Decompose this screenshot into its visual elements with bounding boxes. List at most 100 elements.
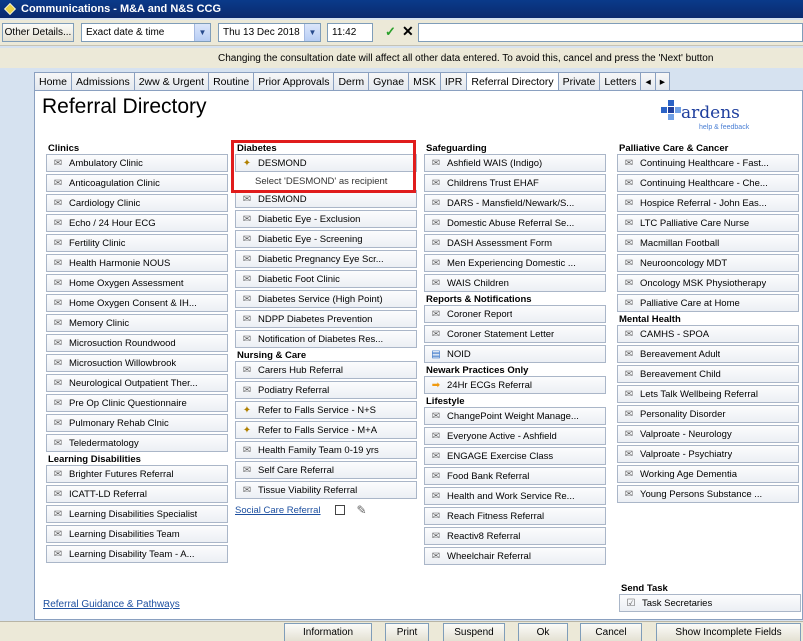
pulmonary-rehab-button[interactable]: ✉ Pulmonary Rehab Clnic (46, 414, 228, 432)
pencil-icon[interactable]: ✎ (357, 503, 367, 517)
bereavement-child-button[interactable]: ✉ Bereavement Child (617, 365, 799, 383)
tab-scroll-right[interactable]: ▸ (654, 72, 670, 90)
desmond-button[interactable]: ✉ DESMOND (235, 190, 417, 208)
childrens-trust-button[interactable]: ✉ Childrens Trust EHAF (424, 174, 606, 192)
tab-derm[interactable]: Derm (333, 72, 370, 90)
time-field[interactable]: 11:42 (327, 23, 373, 42)
tab-home[interactable]: Home (34, 72, 73, 90)
chc-fast-button[interactable]: ✉ Continuing Healthcare - Fast... (617, 154, 799, 172)
print-button[interactable]: Print (385, 623, 429, 641)
microsuction-roundwood-button[interactable]: ✉ Microsuction Roundwood (46, 334, 228, 352)
tab-scroll-left[interactable]: ◂ (640, 72, 656, 90)
tab-gynae[interactable]: Gynae (368, 72, 410, 90)
tab-ipr[interactable]: IPR (439, 72, 468, 90)
cardiology-clinic-button[interactable]: ✉ Cardiology Clinic (46, 194, 228, 212)
fertility-clinic-button[interactable]: ✉ Fertility Clinic (46, 234, 228, 252)
ndpp-diabetes-button[interactable]: ✉ NDPP Diabetes Prevention (235, 310, 417, 328)
chevron-down-icon[interactable]: ▼ (194, 24, 210, 41)
ok-button[interactable]: Ok (518, 623, 568, 641)
young-persons-substance-button[interactable]: ✉ Young Persons Substance ... (617, 485, 799, 503)
tissue-viability-button[interactable]: ✉ Tissue Viability Referral (235, 481, 417, 499)
reach-fitness-button[interactable]: ✉ Reach Fitness Referral (424, 507, 606, 525)
camhs-spoa-button[interactable]: ✉ CAMHS - SPOA (617, 325, 799, 343)
carers-hub-button[interactable]: ✉ Carers Hub Referral (235, 361, 417, 379)
changepoint-button[interactable]: ✉ ChangePoint Weight Manage... (424, 407, 606, 425)
memory-clinic-button[interactable]: ✉ Memory Clinic (46, 314, 228, 332)
chevron-down-icon[interactable]: ▼ (304, 24, 320, 41)
diabetic-foot-clinic-button[interactable]: ✉ Diabetic Foot Clinic (235, 270, 417, 288)
noid-button[interactable]: ▤ NOID (424, 345, 606, 363)
health-family-team-button[interactable]: ✉ Health Family Team 0-19 yrs (235, 441, 417, 459)
lets-talk-wellbeing-button[interactable]: ✉ Lets Talk Wellbeing Referral (617, 385, 799, 403)
tab-referral-directory[interactable]: Referral Directory (466, 72, 559, 90)
neurooncology-mdt-button[interactable]: ✉ Neurooncology MDT (617, 254, 799, 272)
domestic-abuse-button[interactable]: ✉ Domestic Abuse Referral Se... (424, 214, 606, 232)
tab-letters[interactable]: Letters (599, 72, 642, 90)
home-oxygen-assessment-button[interactable]: ✉ Home Oxygen Assessment (46, 274, 228, 292)
microsuction-willowbrook-button[interactable]: ✉ Microsuction Willowbrook (46, 354, 228, 372)
ardens-logo[interactable]: ardens help & feedback (651, 97, 771, 137)
date-mode-select[interactable]: Exact date & time ▼ (81, 23, 211, 42)
engage-exercise-button[interactable]: ✉ ENGAGE Exercise Class (424, 447, 606, 465)
ashfield-wais-button[interactable]: ✉ Ashfield WAIS (Indigo) (424, 154, 606, 172)
diabetic-eye-screening-button[interactable]: ✉ Diabetic Eye - Screening (235, 230, 417, 248)
podiatry-referral-button[interactable]: ✉ Podiatry Referral (235, 381, 417, 399)
everyone-active-button[interactable]: ✉ Everyone Active - Ashfield (424, 427, 606, 445)
icatt-ld-button[interactable]: ✉ ICATT-LD Referral (46, 485, 228, 503)
wheelchair-referral-button[interactable]: ✉ Wheelchair Referral (424, 547, 606, 565)
referral-guidance-link[interactable]: Referral Guidance & Pathways (43, 599, 180, 610)
date-field[interactable]: Thu 13 Dec 2018 ▼ (218, 23, 321, 42)
task-secretaries-button[interactable]: ☑ Task Secretaries (619, 594, 801, 612)
coroner-statement-button[interactable]: ✉ Coroner Statement Letter (424, 325, 606, 343)
tab-private[interactable]: Private (557, 72, 601, 90)
information-button[interactable]: Information (284, 623, 372, 641)
valproate-psychiatry-button[interactable]: ✉ Valproate - Psychiatry (617, 445, 799, 463)
neurological-outpatient-button[interactable]: ✉ Neurological Outpatient Ther... (46, 374, 228, 392)
dash-assessment-button[interactable]: ✉ DASH Assessment Form (424, 234, 606, 252)
pre-op-clinic-button[interactable]: ✉ Pre Op Clinic Questionnaire (46, 394, 228, 412)
diabetic-pregnancy-eye-button[interactable]: ✉ Diabetic Pregnancy Eye Scr... (235, 250, 417, 268)
tab-prior-approvals[interactable]: Prior Approvals (253, 72, 335, 90)
cancel-button[interactable]: Cancel (580, 623, 642, 641)
other-details-button[interactable]: Other Details... (2, 23, 74, 42)
bereavement-adult-button[interactable]: ✉ Bereavement Adult (617, 345, 799, 363)
home-oxygen-consent-button[interactable]: ✉ Home Oxygen Consent & IH... (46, 294, 228, 312)
help-feedback-link[interactable]: help & feedback (699, 124, 749, 131)
falls-service-ma-button[interactable]: ✦ Refer to Falls Service - M+A (235, 421, 417, 439)
working-age-dementia-button[interactable]: ✉ Working Age Dementia (617, 465, 799, 483)
coroner-report-button[interactable]: ✉ Coroner Report (424, 305, 606, 323)
self-care-referral-button[interactable]: ✉ Self Care Referral (235, 461, 417, 479)
palliative-care-home-button[interactable]: ✉ Palliative Care at Home (617, 294, 799, 312)
valproate-neurology-button[interactable]: ✉ Valproate - Neurology (617, 425, 799, 443)
macmillan-football-button[interactable]: ✉ Macmillan Football (617, 234, 799, 252)
ambulatory-clinic-button[interactable]: ✉ Ambulatory Clinic (46, 154, 228, 172)
ltc-palliative-button[interactable]: ✉ LTC Palliative Care Nurse (617, 214, 799, 232)
24hr-ecgs-button[interactable]: ➡ 24Hr ECGs Referral (424, 376, 606, 394)
oncology-msk-button[interactable]: ✉ Oncology MSK Physiotherapy (617, 274, 799, 292)
ld-specialist-button[interactable]: ✉ Learning Disabilities Specialist (46, 505, 228, 523)
notification-diabetes-button[interactable]: ✉ Notification of Diabetes Res... (235, 330, 417, 348)
suspend-button[interactable]: Suspend (443, 623, 505, 641)
personality-disorder-button[interactable]: ✉ Personality Disorder (617, 405, 799, 423)
dars-button[interactable]: ✉ DARS - Mansfield/Newark/S... (424, 194, 606, 212)
echo-ecg-button[interactable]: ✉ Echo / 24 Hour ECG (46, 214, 228, 232)
reactiv8-button[interactable]: ✉ Reactiv8 Referral (424, 527, 606, 545)
anticoagulation-clinic-button[interactable]: ✉ Anticoagulation Clinic (46, 174, 228, 192)
men-experiencing-domestic-button[interactable]: ✉ Men Experiencing Domestic ... (424, 254, 606, 272)
confirm-icon[interactable]: ✓ (385, 24, 396, 40)
diabetes-service-button[interactable]: ✉ Diabetes Service (High Point) (235, 290, 417, 308)
food-bank-button[interactable]: ✉ Food Bank Referral (424, 467, 606, 485)
tab-routine[interactable]: Routine (208, 72, 255, 90)
tab-2ww-urgent[interactable]: 2ww & Urgent (133, 72, 210, 90)
show-incomplete-fields-button[interactable]: Show Incomplete Fields (656, 623, 801, 641)
clear-icon[interactable]: ✕ (402, 23, 414, 40)
social-care-checkbox[interactable] (334, 505, 345, 515)
tab-msk[interactable]: MSK (408, 72, 441, 90)
diabetic-eye-exclusion-button[interactable]: ✉ Diabetic Eye - Exclusion (235, 210, 417, 228)
tab-admissions[interactable]: Admissions (71, 72, 135, 90)
teledermatology-button[interactable]: ✉ Teledermatology (46, 434, 228, 452)
health-work-service-button[interactable]: ✉ Health and Work Service Re... (424, 487, 606, 505)
ld-team-a-button[interactable]: ✉ Learning Disability Team - A... (46, 545, 228, 563)
chc-checklist-button[interactable]: ✉ Continuing Healthcare - Che... (617, 174, 799, 192)
desmond-protocol-button[interactable]: ✦ DESMOND (235, 154, 417, 172)
